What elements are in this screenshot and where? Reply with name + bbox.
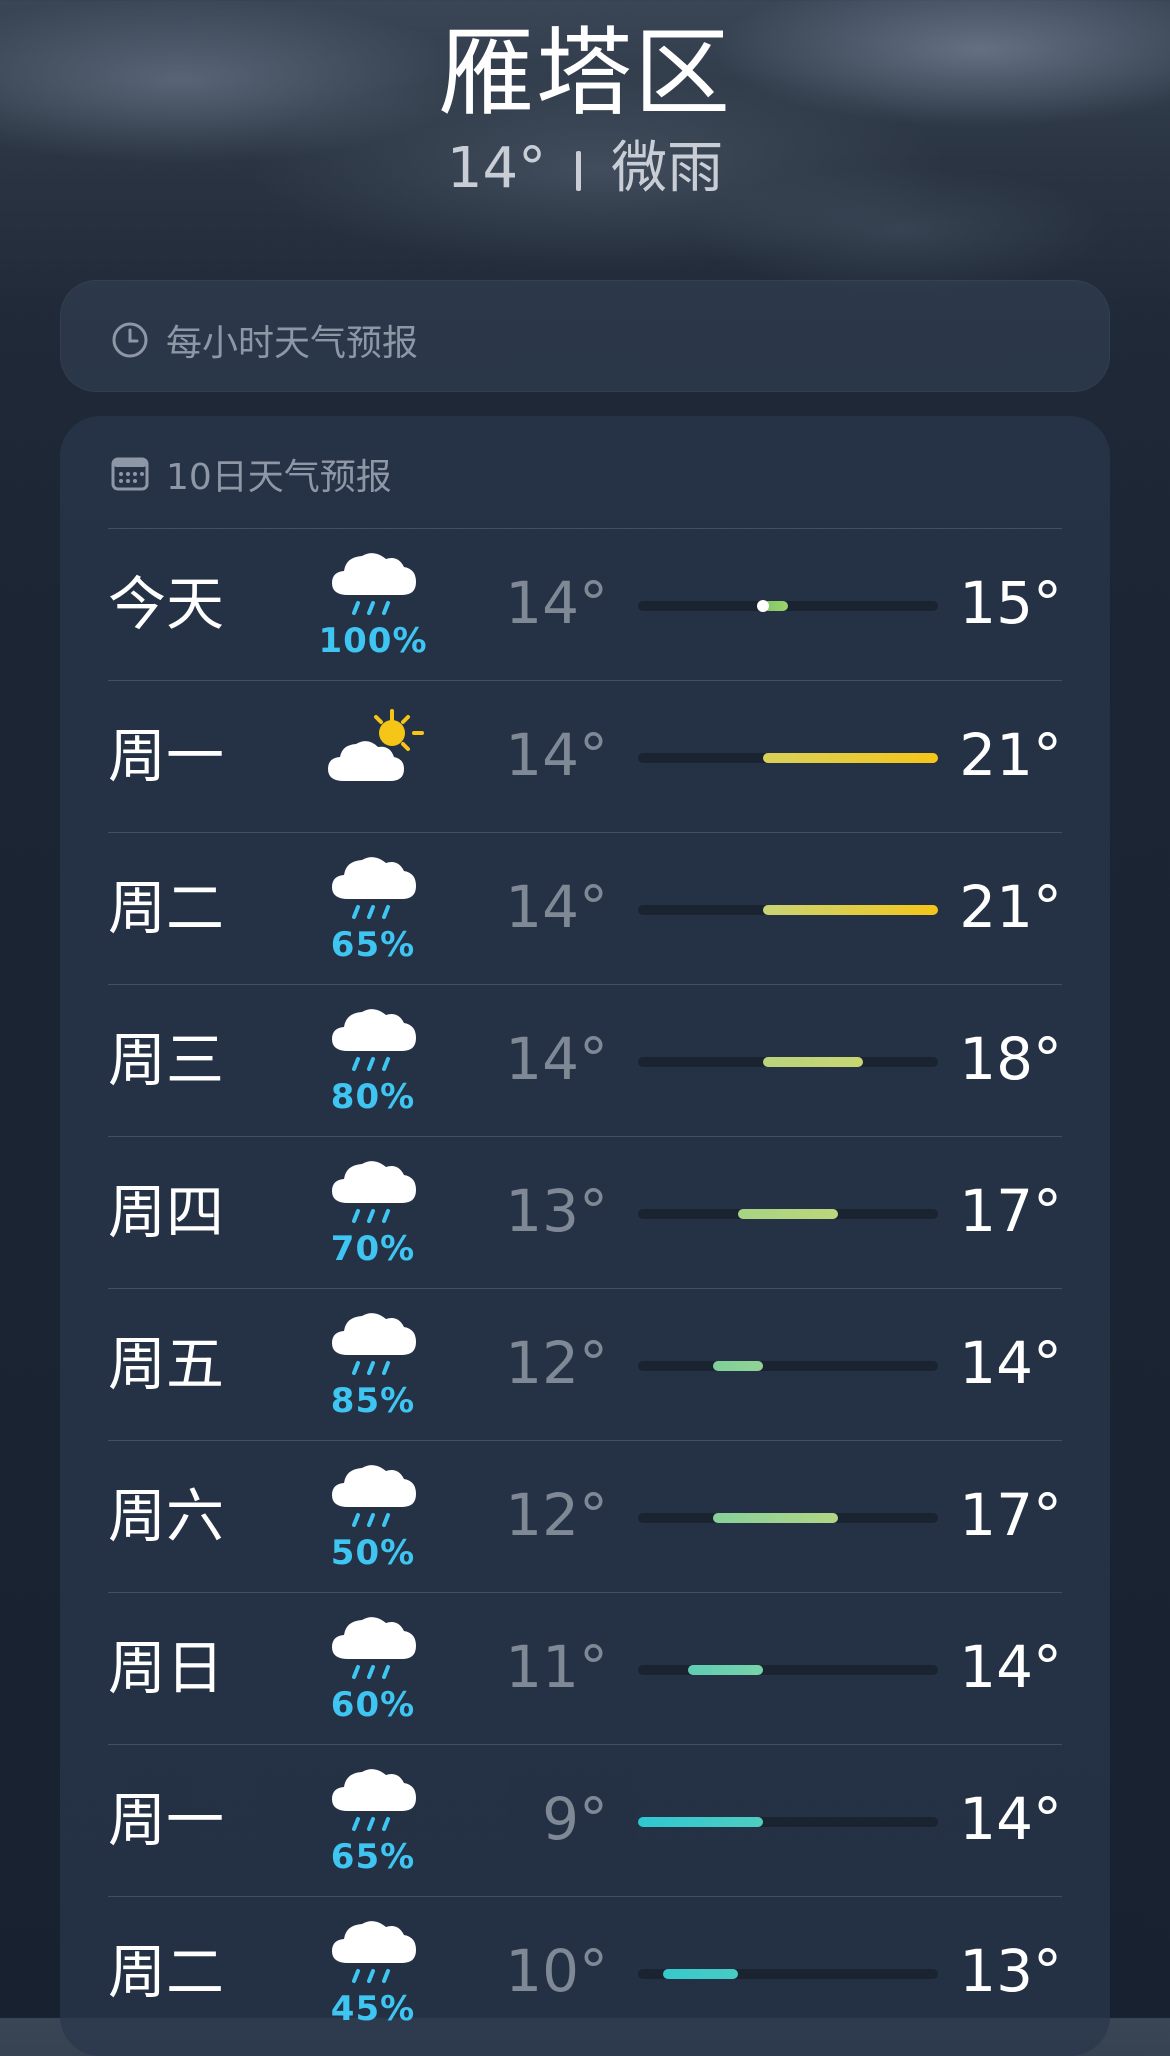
rain-cloud-icon xyxy=(318,1913,428,1993)
separator xyxy=(576,151,582,191)
high-temperature: 14° xyxy=(959,1633,1062,1701)
forecast-row[interactable]: 周五 85% 12° 14° xyxy=(108,1288,1062,1440)
rain-cloud-icon xyxy=(318,1305,428,1385)
forecast-row[interactable]: 今天 100% 14° 15° xyxy=(108,528,1062,680)
current-temperature-dot xyxy=(757,600,769,612)
ten-day-forecast-header: 10日天气预报 xyxy=(110,448,392,500)
forecast-row[interactable]: 周三 80% 14° 18° xyxy=(108,984,1062,1136)
forecast-day-label: 周二 xyxy=(108,874,225,942)
low-temperature: 11° xyxy=(505,1633,608,1701)
forecast-day-label: 周一 xyxy=(108,722,225,790)
temperature-range-bar xyxy=(638,905,938,915)
forecast-row[interactable]: 周六 50% 12° 17° xyxy=(108,1440,1062,1592)
precipitation-chance: 60% xyxy=(330,1685,416,1725)
temperature-range-fill xyxy=(763,905,938,915)
clock-icon xyxy=(110,320,150,360)
low-temperature: 10° xyxy=(505,1937,608,2005)
temperature-range-bar xyxy=(638,1361,938,1371)
rain-cloud-icon xyxy=(318,1001,428,1081)
forecast-list: 今天 100% 14° 15° 周一 14° 21° 周二 65% 14° 21° 周三 80% 14° 1… xyxy=(108,528,1062,2048)
partly-sunny-icon xyxy=(318,707,428,787)
temperature-range-bar xyxy=(638,1969,938,1979)
high-temperature: 14° xyxy=(959,1329,1062,1397)
precipitation-chance: 65% xyxy=(330,1837,416,1877)
temperature-range-bar xyxy=(638,1665,938,1675)
hourly-forecast-header: 每小时天气预报 xyxy=(110,314,418,366)
forecast-day-label: 周日 xyxy=(108,1634,225,1702)
low-temperature: 9° xyxy=(542,1785,608,1853)
hourly-forecast-label: 每小时天气预报 xyxy=(166,323,419,364)
high-temperature: 15° xyxy=(959,569,1062,637)
temperature-range-fill xyxy=(688,1665,763,1675)
high-temperature: 14° xyxy=(959,1785,1062,1853)
temperature-range-bar xyxy=(638,753,938,763)
forecast-row[interactable]: 周四 70% 13° 17° xyxy=(108,1136,1062,1288)
precipitation-chance: 65% xyxy=(330,925,416,965)
ten-day-forecast-label: 10日天气预报 xyxy=(166,457,392,498)
ten-day-forecast-card: 10日天气预报 今天 100% 14° 15° 周一 14° 21° 周二 65% 14° 21° 周… xyxy=(60,416,1110,2056)
precipitation-chance: 70% xyxy=(330,1229,416,1269)
high-temperature: 18° xyxy=(959,1025,1062,1093)
low-temperature: 14° xyxy=(505,569,608,637)
forecast-day-label: 周三 xyxy=(108,1026,225,1094)
rain-cloud-icon xyxy=(318,1609,428,1689)
calendar-icon xyxy=(110,454,150,494)
rain-cloud-icon xyxy=(318,849,428,929)
precipitation-chance: 45% xyxy=(330,1989,416,2029)
high-temperature: 17° xyxy=(959,1177,1062,1245)
low-temperature: 14° xyxy=(505,873,608,941)
temperature-range-fill xyxy=(638,1817,763,1827)
high-temperature: 21° xyxy=(959,721,1062,789)
low-temperature: 13° xyxy=(505,1177,608,1245)
forecast-day-label: 周四 xyxy=(108,1178,225,1246)
temperature-range-fill xyxy=(713,1361,763,1371)
high-temperature: 21° xyxy=(959,873,1062,941)
rain-cloud-icon xyxy=(318,545,428,625)
precipitation-chance: 85% xyxy=(330,1381,416,1421)
temperature-range-fill xyxy=(738,1209,838,1219)
low-temperature: 12° xyxy=(505,1481,608,1549)
current-temperature: 14° xyxy=(446,136,547,201)
temperature-range-bar xyxy=(638,1209,938,1219)
forecast-row[interactable]: 周一 65% 9° 14° xyxy=(108,1744,1062,1896)
current-conditions: 14° 微雨 xyxy=(0,136,1170,202)
rain-cloud-icon xyxy=(318,1761,428,1841)
forecast-day-label: 周六 xyxy=(108,1482,225,1550)
forecast-day-label: 周二 xyxy=(108,1938,225,2006)
precipitation-chance: 50% xyxy=(330,1533,416,1573)
precipitation-chance: 80% xyxy=(330,1077,416,1117)
forecast-row[interactable]: 周二 65% 14° 21° xyxy=(108,832,1062,984)
low-temperature: 14° xyxy=(505,721,608,789)
low-temperature: 14° xyxy=(505,1025,608,1093)
city-name: 雁塔区 xyxy=(438,17,732,129)
temperature-range-bar xyxy=(638,600,938,612)
temperature-range-bar xyxy=(638,1057,938,1067)
temperature-range-fill xyxy=(713,1513,838,1523)
forecast-row[interactable]: 周日 60% 11° 14° xyxy=(108,1592,1062,1744)
forecast-row[interactable]: 周二 45% 10° 13° xyxy=(108,1896,1062,2048)
temperature-range-bar xyxy=(638,1817,938,1827)
high-temperature: 13° xyxy=(959,1937,1062,2005)
precipitation-chance: 100% xyxy=(318,621,428,661)
high-temperature: 17° xyxy=(959,1481,1062,1549)
current-condition: 微雨 xyxy=(611,136,724,201)
forecast-day-label: 今天 xyxy=(108,570,225,638)
temperature-range-fill xyxy=(763,1057,863,1067)
hourly-forecast-card[interactable]: 每小时天气预报 xyxy=(60,280,1110,392)
rain-cloud-icon xyxy=(318,1153,428,1233)
forecast-row[interactable]: 周一 14° 21° xyxy=(108,680,1062,832)
forecast-day-label: 周五 xyxy=(108,1330,225,1398)
low-temperature: 12° xyxy=(505,1329,608,1397)
rain-cloud-icon xyxy=(318,1457,428,1537)
temperature-range-fill xyxy=(763,753,938,763)
temperature-range-fill xyxy=(663,1969,738,1979)
temperature-range-bar xyxy=(638,1513,938,1523)
forecast-day-label: 周一 xyxy=(108,1786,225,1854)
